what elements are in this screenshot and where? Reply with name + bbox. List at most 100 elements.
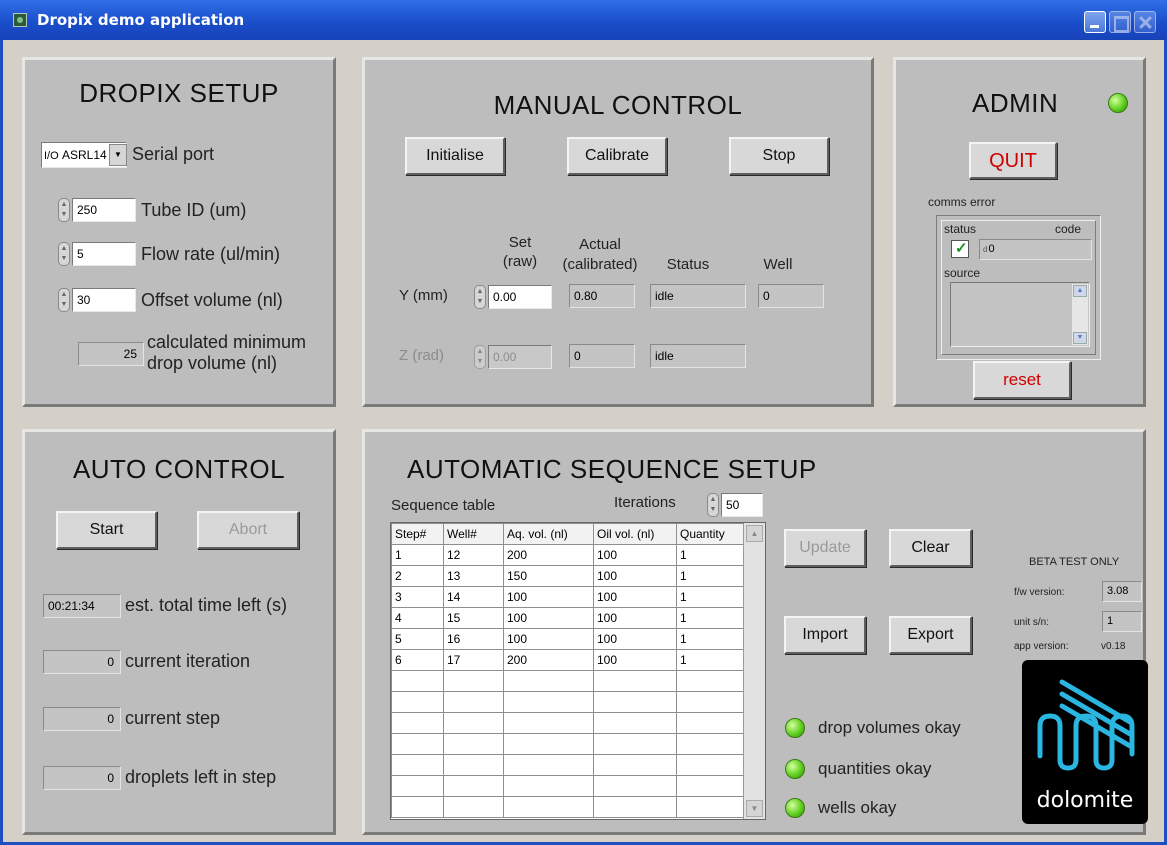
table-cell[interactable] [443,733,504,755]
table-cell[interactable]: 1 [391,544,444,566]
table-row[interactable]: 6 17 200 100 1 [391,649,745,671]
table-cell[interactable] [593,775,677,797]
table-cell[interactable]: 6 [391,649,444,671]
import-button[interactable]: Import [784,616,866,654]
table-cell[interactable]: 1 [676,586,745,608]
chevron-down-icon[interactable]: ▼ [109,144,127,166]
status-checkbox[interactable]: ✓ [951,240,969,258]
initialise-button[interactable]: Initialise [405,137,505,175]
maximize-button[interactable] [1109,11,1131,33]
table-cell[interactable] [503,754,594,776]
table-cell[interactable]: 16 [443,628,504,650]
table-row[interactable] [391,691,745,713]
table-cell[interactable] [676,754,745,776]
y-set-stepper[interactable]: ▲ ▼ [474,285,486,309]
table-cell[interactable]: 200 [503,649,594,671]
table-cell[interactable]: 12 [443,544,504,566]
flow-rate-stepper[interactable]: ▲ ▼ [58,242,70,266]
scroll-up-arrow[interactable]: ▲ [1073,285,1087,297]
table-cell[interactable]: 100 [503,607,594,629]
table-cell[interactable]: 150 [503,565,594,587]
table-row[interactable]: 4 15 100 100 1 [391,607,745,629]
iterations-input[interactable]: 50 [721,493,763,517]
source-scrollbar[interactable]: ▲ ▼ [1072,284,1088,345]
table-cell[interactable] [443,712,504,734]
table-cell[interactable] [593,754,677,776]
table-cell[interactable] [503,712,594,734]
table-cell[interactable] [676,712,745,734]
export-button[interactable]: Export [889,616,972,654]
table-cell[interactable]: 14 [443,586,504,608]
table-row[interactable] [391,775,745,797]
table-cell[interactable]: 5 [391,628,444,650]
clear-button[interactable]: Clear [889,529,972,567]
table-row[interactable] [391,712,745,734]
table-cell[interactable] [593,670,677,692]
scroll-down-arrow[interactable]: ▼ [1073,332,1087,344]
table-cell[interactable] [443,670,504,692]
table-cell[interactable]: 4 [391,607,444,629]
close-button[interactable] [1134,11,1156,33]
table-cell[interactable] [443,775,504,797]
table-cell[interactable]: 100 [593,607,677,629]
table-row[interactable] [391,796,745,818]
offset-volume-stepper[interactable]: ▲ ▼ [58,288,70,312]
table-cell[interactable]: 100 [593,544,677,566]
table-cell[interactable] [676,733,745,755]
table-cell[interactable] [391,796,444,818]
source-textbox[interactable]: ▲ ▼ [950,282,1090,347]
table-cell[interactable] [391,670,444,692]
table-cell[interactable]: 100 [593,628,677,650]
table-cell[interactable]: 13 [443,565,504,587]
table-cell[interactable]: 15 [443,607,504,629]
iterations-stepper[interactable]: ▲ ▼ [707,493,719,517]
table-cell[interactable] [391,775,444,797]
stop-button[interactable]: Stop [729,137,829,175]
table-cell[interactable] [443,754,504,776]
table-row[interactable]: 5 16 100 100 1 [391,628,745,650]
table-cell[interactable] [503,691,594,713]
table-cell[interactable] [593,691,677,713]
table-cell[interactable]: 1 [676,544,745,566]
table-cell[interactable] [676,775,745,797]
table-cell[interactable] [391,754,444,776]
table-row[interactable]: 3 14 100 100 1 [391,586,745,608]
table-row[interactable]: 1 12 200 100 1 [391,544,745,566]
calibrate-button[interactable]: Calibrate [567,137,667,175]
table-cell[interactable] [503,670,594,692]
table-cell[interactable]: 100 [503,628,594,650]
table-cell[interactable] [503,796,594,818]
serial-port-select[interactable]: I/O ASRL14 ▼ [41,142,127,168]
table-cell[interactable] [593,712,677,734]
table-cell[interactable]: 100 [593,565,677,587]
table-cell[interactable]: 100 [593,649,677,671]
minimize-button[interactable] [1084,11,1106,33]
scroll-up-arrow[interactable]: ▲ [746,525,763,542]
table-cell[interactable] [391,733,444,755]
table-cell[interactable]: 200 [503,544,594,566]
table-cell[interactable] [503,733,594,755]
table-row[interactable] [391,754,745,776]
offset-volume-input[interactable]: 30 [72,288,136,312]
table-cell[interactable] [443,796,504,818]
table-cell[interactable]: 2 [391,565,444,587]
reset-button[interactable]: reset [973,361,1071,399]
table-cell[interactable]: 1 [676,565,745,587]
table-row[interactable]: 2 13 150 100 1 [391,565,745,587]
table-cell[interactable]: 100 [593,586,677,608]
table-row[interactable] [391,670,745,692]
table-cell[interactable] [443,691,504,713]
table-cell[interactable] [676,670,745,692]
scroll-down-arrow[interactable]: ▼ [746,800,763,817]
tube-id-stepper[interactable]: ▲ ▼ [58,198,70,222]
sequence-table[interactable]: Step# Well# Aq. vol. (nl) Oil vol. (nl) Quan… [390,522,766,820]
y-set-input[interactable]: 0.00 [488,285,552,309]
table-row[interactable] [391,733,745,755]
table-cell[interactable]: 100 [503,586,594,608]
start-button[interactable]: Start [56,511,157,549]
table-cell[interactable] [503,775,594,797]
tube-id-input[interactable]: 250 [72,198,136,222]
table-cell[interactable] [391,691,444,713]
table-cell[interactable] [593,733,677,755]
table-cell[interactable] [676,691,745,713]
